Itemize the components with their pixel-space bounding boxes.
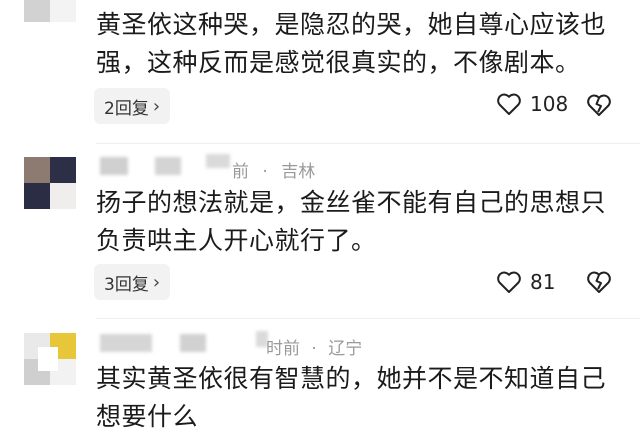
location: 吉林 — [281, 162, 316, 182]
chevron-right-icon: › — [152, 271, 161, 293]
timestamp-redacted — [206, 154, 230, 168]
username-redacted — [100, 334, 152, 352]
comment-text-line: 想要什么 — [96, 402, 199, 431]
comment-text-line: 强，这种反而是感觉很真实的，不像剧本。 — [96, 48, 581, 77]
like-count: 108 — [530, 92, 569, 116]
comment-text: 其实黄圣依很有智慧的，她并不是不知道自己 想要什么 — [96, 360, 616, 436]
meta-separator: · — [262, 162, 268, 182]
heart-outline-icon — [497, 93, 521, 115]
heart-outline-icon — [497, 271, 521, 293]
like-button[interactable]: 108 — [496, 92, 568, 116]
chevron-right-icon: › — [152, 95, 161, 117]
like-count: 81 — [530, 270, 556, 294]
comment-meta: 前 · 吉林 — [232, 157, 315, 182]
comment-text: 扬子的想法就是，金丝雀不能有自己的思想只 负责哄主人开心就行了。 — [96, 184, 616, 260]
comment-text-line: 扬子的想法就是，金丝雀不能有自己的思想只 — [96, 188, 607, 217]
avatar[interactable] — [24, 157, 76, 209]
comment-meta: 时前 · 辽宁 — [266, 334, 362, 359]
avatar[interactable] — [24, 0, 76, 22]
reply-label: 2回复 — [104, 98, 149, 119]
reply-button[interactable]: 3回复 › — [94, 264, 171, 300]
divider — [96, 143, 640, 144]
broken-heart-icon[interactable] — [586, 93, 612, 117]
avatar[interactable] — [24, 333, 76, 385]
divider — [96, 318, 640, 319]
like-button[interactable]: 81 — [496, 270, 555, 294]
username-redacted — [180, 334, 206, 352]
username-redacted — [100, 157, 128, 175]
comment-text-line: 黄圣依这种哭，是隐忍的哭，她自尊心应该也 — [96, 10, 607, 39]
timestamp: 前 — [232, 162, 249, 182]
reply-button[interactable]: 2回复 › — [94, 88, 171, 124]
username-redacted — [155, 157, 181, 175]
comment-text-line: 其实黄圣依很有智慧的，她并不是不知道自己 — [96, 364, 607, 393]
location: 辽宁 — [328, 339, 363, 359]
comment-text: 黄圣依这种哭，是隐忍的哭，她自尊心应该也 强，这种反而是感觉很真实的，不像剧本。 — [96, 6, 616, 82]
timestamp: 时前 — [266, 339, 300, 359]
meta-separator: · — [311, 339, 317, 359]
broken-heart-icon[interactable] — [586, 270, 612, 294]
reply-label: 3回复 — [104, 274, 149, 295]
comment-text-line: 负责哄主人开心就行了。 — [96, 226, 377, 255]
